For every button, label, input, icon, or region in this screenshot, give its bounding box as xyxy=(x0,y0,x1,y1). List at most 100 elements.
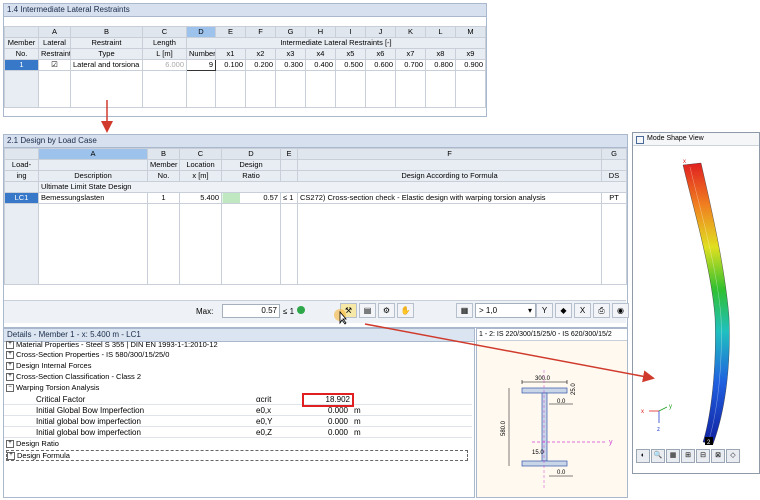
length-cell[interactable]: 6.000 xyxy=(142,59,187,71)
x-value-cell[interactable]: 0.800 xyxy=(425,59,456,71)
header-length-unit: L [m] xyxy=(142,48,187,60)
number-spinner[interactable]: 9 xyxy=(186,59,216,71)
x-value-cell[interactable]: 0.400 xyxy=(305,59,336,71)
expand-icon[interactable]: + xyxy=(6,341,14,350)
location-cell[interactable]: 5.400 xyxy=(179,192,222,204)
design-table: A B C D E F G Load- Member Location Desi… xyxy=(4,148,627,285)
column-header[interactable] xyxy=(4,26,39,38)
member-cell[interactable]: 1 xyxy=(147,192,180,204)
expand-icon[interactable]: + xyxy=(6,373,14,382)
column-header[interactable]: M xyxy=(455,26,486,38)
tree-item[interactable]: + Design Formula xyxy=(6,450,468,461)
detail-value: 0.000 xyxy=(327,428,348,437)
header-x: x1 xyxy=(215,48,246,60)
grid-icon[interactable]: ▦ xyxy=(666,449,680,463)
ds-cell[interactable]: PT xyxy=(601,192,627,204)
column-header[interactable]: H xyxy=(305,26,336,38)
ratio-filter-select[interactable]: > 1,0 ▾ xyxy=(475,303,536,318)
expand-icon[interactable]: + xyxy=(7,452,15,461)
lateral-restraints-table: A B C D E F G H I J K L M Member Lateral… xyxy=(4,26,486,108)
xz-view-icon[interactable]: ⊟ xyxy=(696,449,710,463)
axis-y-label: y xyxy=(609,439,613,446)
column-header[interactable]: A xyxy=(38,26,71,38)
tree-item-label: Cross-Section Classification - Class 2 xyxy=(16,372,142,381)
row-index[interactable]: 1 xyxy=(4,59,39,71)
header-member-no: No. xyxy=(147,170,180,182)
column-header[interactable]: E xyxy=(215,26,246,38)
detail-row: Critical Factor αcrit 18.902 xyxy=(4,393,472,407)
le-cell: ≤ 1 xyxy=(280,192,298,204)
x-value-cell[interactable]: 0.200 xyxy=(245,59,276,71)
excel-export-icon[interactable]: X xyxy=(574,303,591,318)
x-value-cell[interactable]: 0.100 xyxy=(215,59,246,71)
eye-icon[interactable]: ◉ xyxy=(612,303,629,318)
header-location: Location xyxy=(179,159,222,171)
column-header[interactable] xyxy=(4,148,39,160)
column-header[interactable]: J xyxy=(365,26,396,38)
column-header[interactable]: D xyxy=(221,148,281,160)
expand-icon[interactable]: + xyxy=(6,362,14,371)
description-cell[interactable]: Bemessungslasten xyxy=(38,192,148,204)
column-header[interactable]: F xyxy=(297,148,602,160)
svg-text:0.0: 0.0 xyxy=(557,470,566,476)
members-icon[interactable]: ⚙ xyxy=(378,303,395,318)
expand-icon[interactable]: + xyxy=(6,440,14,449)
column-header-selected[interactable]: A xyxy=(38,148,148,160)
formula-cell[interactable]: CS272) Cross-section check - Elastic des… xyxy=(297,192,602,204)
x-value-cell[interactable]: 0.900 xyxy=(455,59,486,71)
column-header[interactable]: G xyxy=(601,148,627,160)
column-header[interactable]: F xyxy=(245,26,276,38)
mode-shape-3d-view[interactable]: x x y z 2 xyxy=(633,147,759,447)
detail-label: Initial global bow imperfection xyxy=(36,417,141,426)
print-icon[interactable]: ⎙ xyxy=(593,303,610,318)
max-value: 0.57 xyxy=(222,304,280,318)
column-header[interactable]: E xyxy=(280,148,298,160)
tree-item[interactable]: + Cross-Section Classification - Class 2 xyxy=(6,372,142,382)
ratio-cell[interactable]: 0.57 xyxy=(221,192,281,204)
tree-item[interactable]: + Material Properties - Steel S 355 | DIN… xyxy=(6,340,218,350)
tree-item[interactable]: + Design Ratio xyxy=(6,439,59,449)
expand-icon[interactable]: + xyxy=(6,351,14,360)
lateral-checkbox[interactable]: ☑ xyxy=(38,59,71,71)
table-row[interactable]: LC1 Bemessungslasten 1 5.400 0.57 ≤ 1 CS… xyxy=(4,192,627,204)
iso-view-icon[interactable]: ◇ xyxy=(726,449,740,463)
color-scale-icon[interactable]: ▦ xyxy=(456,303,473,318)
tree-item[interactable]: − Warping Torsion Analysis xyxy=(6,383,99,393)
x-value-cell[interactable]: 0.500 xyxy=(335,59,366,71)
zoom-icon[interactable]: 🔍 xyxy=(651,449,665,463)
window-titlebar: Mode Shape View xyxy=(633,133,759,146)
column-header[interactable]: G xyxy=(275,26,306,38)
detail-label: Initial global bow imperfection xyxy=(36,428,141,437)
detail-row: Initial global bow imperfection e0,Z 0.0… xyxy=(4,427,472,438)
funnel-icon[interactable]: Y xyxy=(536,303,553,318)
header-x: x9 xyxy=(455,48,486,60)
detail-unit: m xyxy=(354,406,361,415)
palette-icon[interactable]: ◆ xyxy=(555,303,572,318)
loadcase-cell[interactable]: LC1 xyxy=(4,192,39,204)
detail-symbol: e0,x xyxy=(256,406,272,415)
x-value-cell[interactable]: 0.600 xyxy=(365,59,396,71)
tree-item[interactable]: + Cross-Section Properties - IS 580/300/1… xyxy=(6,350,169,360)
yz-view-icon[interactable]: ⊠ xyxy=(711,449,725,463)
column-header-selected[interactable]: D xyxy=(186,26,216,38)
svg-text:25.0: 25.0 xyxy=(571,383,577,395)
cursor-pointer-icon xyxy=(334,309,348,325)
filter-icon[interactable]: ▤ xyxy=(359,303,376,318)
collapse-icon[interactable]: − xyxy=(6,384,14,393)
column-header[interactable]: C xyxy=(179,148,222,160)
column-header[interactable]: B xyxy=(147,148,180,160)
column-header[interactable]: B xyxy=(70,26,143,38)
column-header[interactable]: I xyxy=(335,26,366,38)
restraint-type-cell[interactable]: Lateral and torsiona xyxy=(70,59,143,71)
view-icon[interactable]: ◐ xyxy=(636,449,650,463)
table-row[interactable]: 1 ☑ Lateral and torsiona 6.000 9 0.100 0… xyxy=(4,59,486,71)
column-header[interactable]: K xyxy=(395,26,426,38)
xy-view-icon[interactable]: ⊞ xyxy=(681,449,695,463)
hand-icon[interactable]: ✋ xyxy=(397,303,414,318)
header-restraints: Restraints xyxy=(38,48,71,60)
x-value-cell[interactable]: 0.700 xyxy=(395,59,426,71)
column-header[interactable]: C xyxy=(142,26,187,38)
x-value-cell[interactable]: 0.300 xyxy=(275,59,306,71)
column-header[interactable]: L xyxy=(425,26,456,38)
tree-item[interactable]: + Design Internal Forces xyxy=(6,361,91,371)
